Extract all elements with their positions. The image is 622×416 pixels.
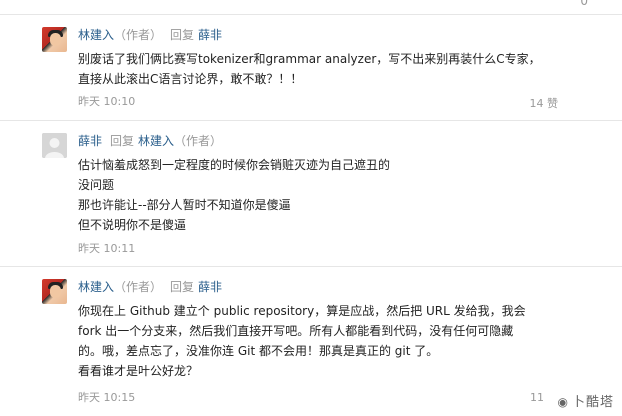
avatar[interactable]	[42, 279, 67, 304]
comment-line: 的。哦，差点忘了，没准你连 Git 都不会用！那真是真正的 git 了。	[78, 344, 439, 358]
watermark-text: 卜酷塔	[571, 395, 614, 410]
previous-comment-edge: 0	[0, 0, 622, 15]
reply-word: 回复	[110, 134, 135, 148]
comment-body: 你现在上 Github 建立个 public repository，算是应战，然…	[78, 301, 558, 381]
comment-line: 但不说明你不是傻逼	[78, 218, 187, 232]
comment-line: 没问题	[78, 178, 115, 192]
comment-line: 看看谁才是叶公好龙？	[78, 364, 199, 378]
watermark: ◉ 卜酷塔	[558, 391, 615, 410]
comment-line: 直接从此滚出C语言讨论界，敢不敢？！！	[78, 72, 303, 86]
reply-target-role-label: （作者）	[174, 134, 223, 148]
comment-header: 薛非 回复 林建入（作者）	[78, 133, 222, 149]
comment-timestamp: 昨天 10:15	[78, 391, 136, 404]
previous-like-count: 0	[580, 0, 588, 8]
comment-timestamp: 昨天 10:11	[78, 242, 136, 255]
comment-timestamp: 昨天 10:10	[78, 95, 136, 108]
comment-line: 那也许能让--部分人暂时不知道你是傻逼	[78, 198, 291, 212]
author-role-label: （作者）	[114, 280, 163, 294]
author-link[interactable]: 林建入	[78, 28, 114, 42]
reply-target-link[interactable]: 薛非	[198, 28, 222, 42]
reply-target-link[interactable]: 林建入	[138, 134, 174, 148]
comment-thread: 0 林建入（作者） 回复 薛非 别废话了我们俩比赛写tokenizer和gramma…	[0, 0, 622, 416]
author-role-label: （作者）	[114, 28, 163, 42]
reply-word: 回复	[170, 280, 195, 294]
comment-body: 别废话了我们俩比赛写tokenizer和grammar analyzer，写不出…	[78, 49, 558, 89]
comment-body: 估计恼羞成怒到一定程度的时候你会销赃灭迹为自己遮丑的 没问题 那也许能让--部分…	[78, 155, 558, 235]
avatar[interactable]	[42, 133, 67, 158]
comment-item: 林建入（作者） 回复 薛非 别废话了我们俩比赛写tokenizer和grammar …	[0, 15, 622, 121]
comment-header: 林建入（作者） 回复 薛非	[78, 27, 222, 43]
reply-word: 回复	[170, 28, 195, 42]
comment-line: fork 出一个分支来，然后我们直接开写吧。所有人都能看到代码，没有任何可隐藏	[78, 324, 514, 338]
like-count[interactable]: 14 赞	[530, 95, 559, 111]
comment-item: 林建入（作者） 回复 薛非 你现在上 Github 建立个 public repos…	[0, 267, 622, 416]
comment-header: 林建入（作者） 回复 薛非	[78, 279, 222, 295]
comment-line: 别废话了我们俩比赛写tokenizer和grammar analyzer，写不出…	[78, 52, 541, 66]
comment-item: 薛非 回复 林建入（作者） 估计恼羞成怒到一定程度的时候你会销赃灭迹为自己遮丑的 没…	[0, 121, 622, 267]
comment-line: 你现在上 Github 建立个 public repository，算是应战，然…	[78, 304, 526, 318]
default-avatar-icon	[42, 133, 67, 158]
comment-line: 估计恼羞成怒到一定程度的时候你会销赃灭迹为自己遮丑的	[78, 158, 391, 172]
weibo-icon: ◉	[557, 395, 569, 409]
reply-target-link[interactable]: 薛非	[198, 280, 222, 294]
avatar[interactable]	[42, 27, 67, 52]
like-count[interactable]: 11	[530, 391, 544, 404]
author-link[interactable]: 薛非	[78, 134, 102, 148]
author-link[interactable]: 林建入	[78, 280, 114, 294]
